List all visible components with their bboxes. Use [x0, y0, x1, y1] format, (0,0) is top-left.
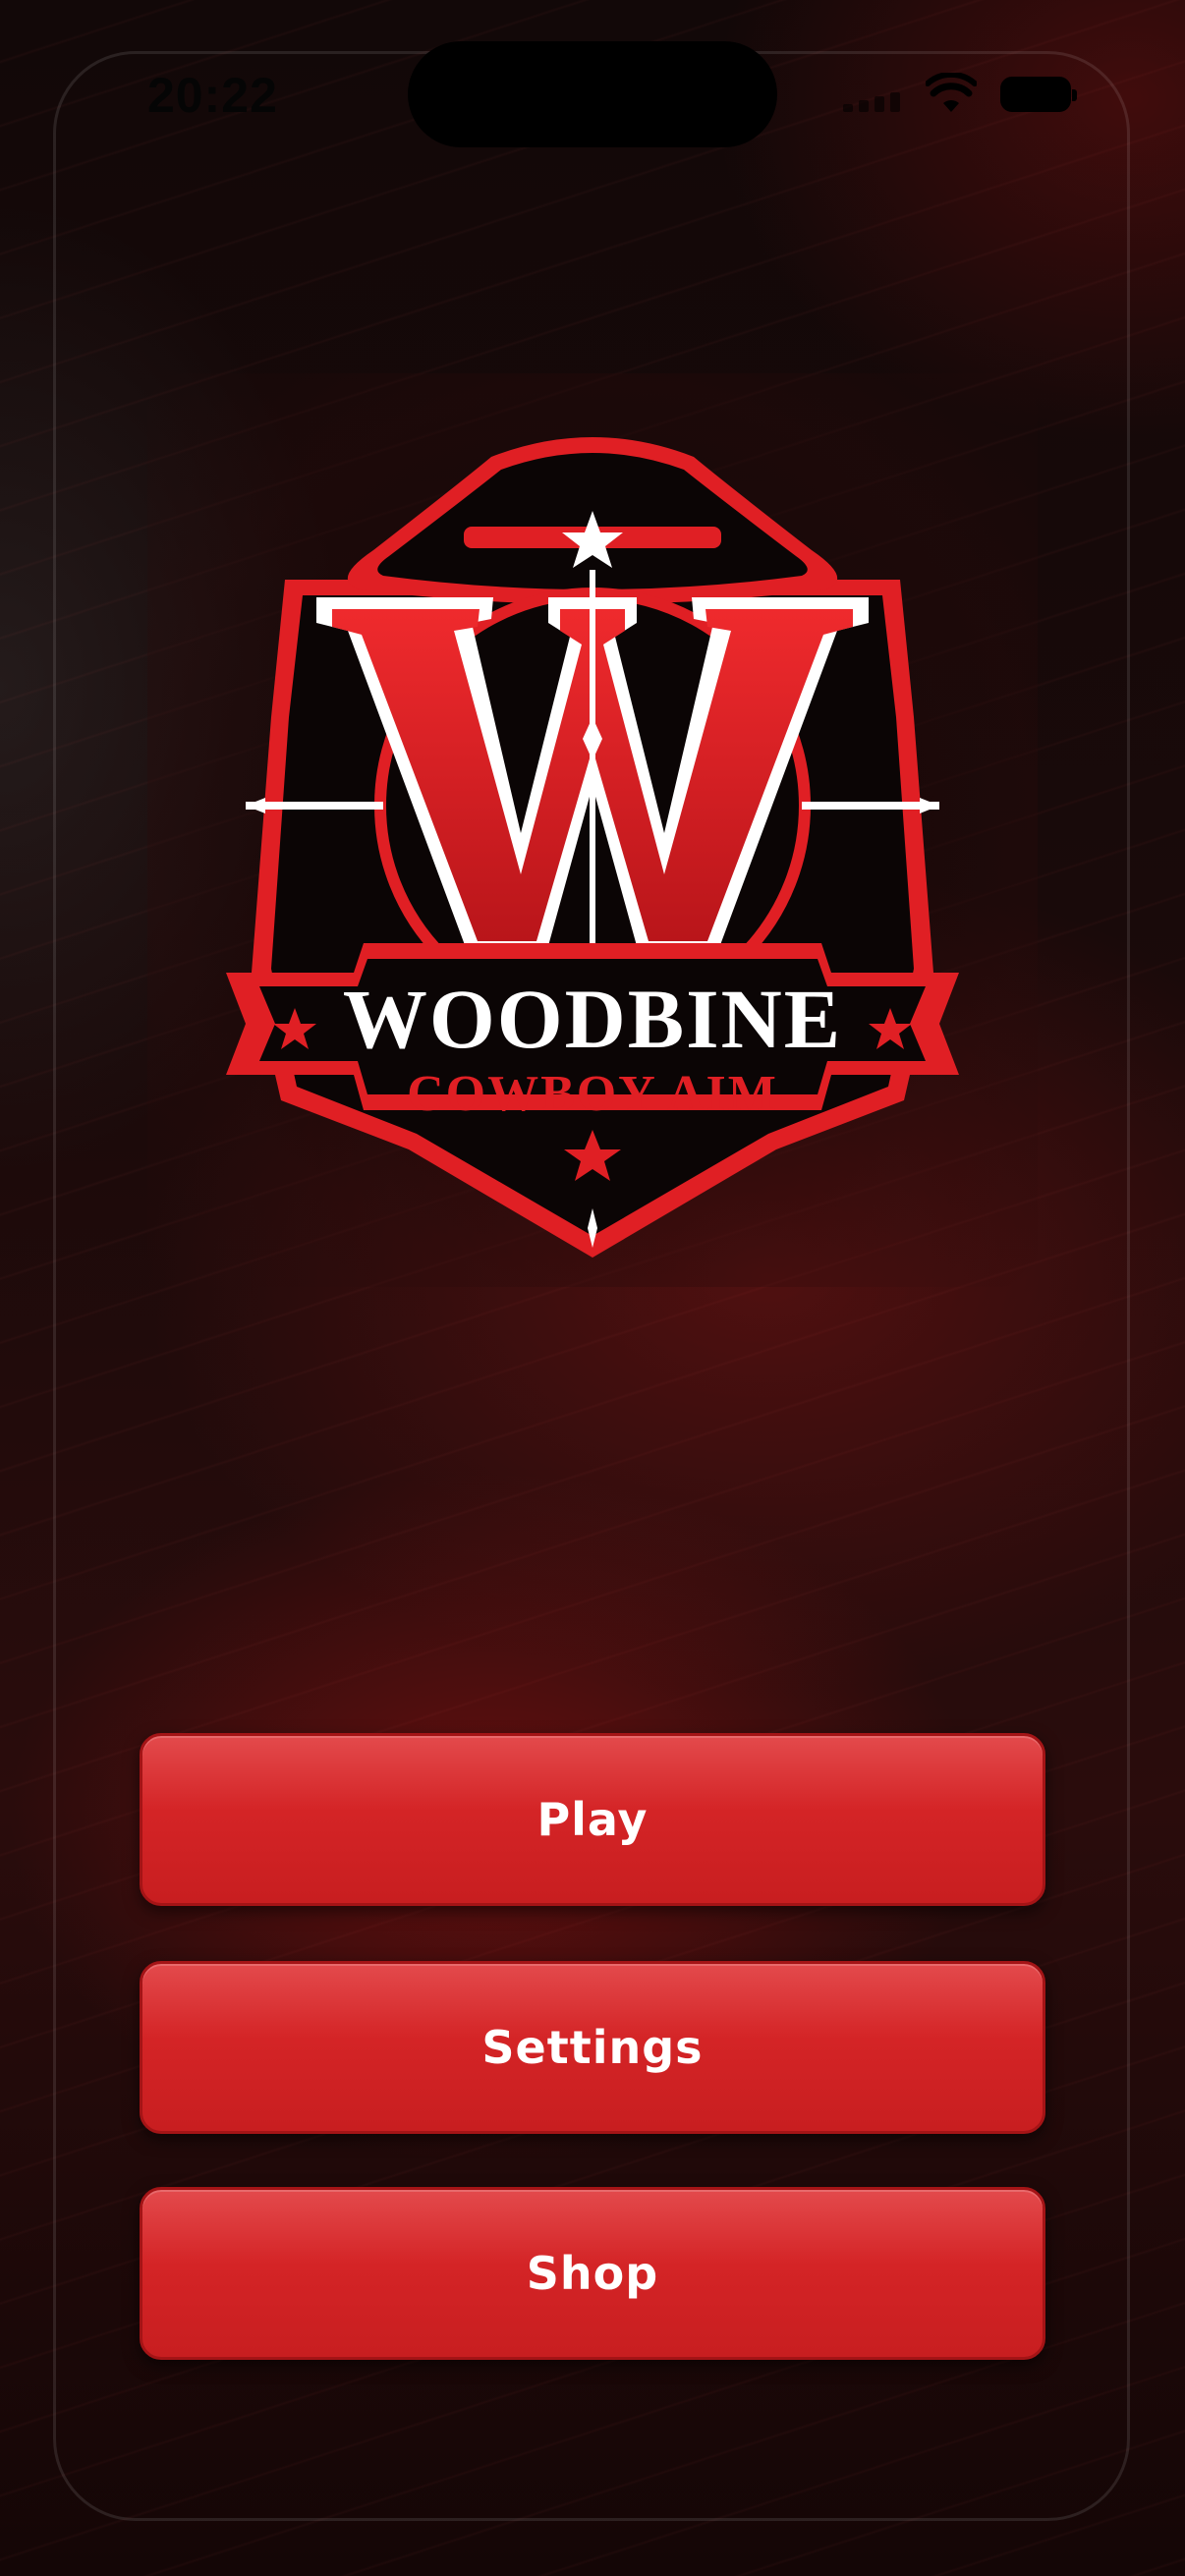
logo-title: WOODBINE — [343, 972, 842, 1066]
woodbine-cowboy-aim-logo: WOODBINE COWBOY AIM — [226, 437, 959, 1258]
shop-button[interactable]: Shop — [140, 2187, 1045, 2360]
settings-button-label: Settings — [481, 2021, 704, 2074]
settings-button[interactable]: Settings — [140, 1961, 1045, 2134]
status-time: 20:22 — [147, 68, 278, 123]
dynamic-island — [408, 41, 777, 147]
logo-subtitle: COWBOY AIM — [407, 1066, 778, 1122]
shop-button-label: Shop — [526, 2247, 659, 2300]
cellular-signal-icon — [843, 90, 904, 112]
wifi-icon — [926, 73, 977, 112]
play-button[interactable]: Play — [140, 1733, 1045, 1906]
play-button-label: Play — [536, 1793, 649, 1846]
battery-icon — [1000, 77, 1077, 112]
